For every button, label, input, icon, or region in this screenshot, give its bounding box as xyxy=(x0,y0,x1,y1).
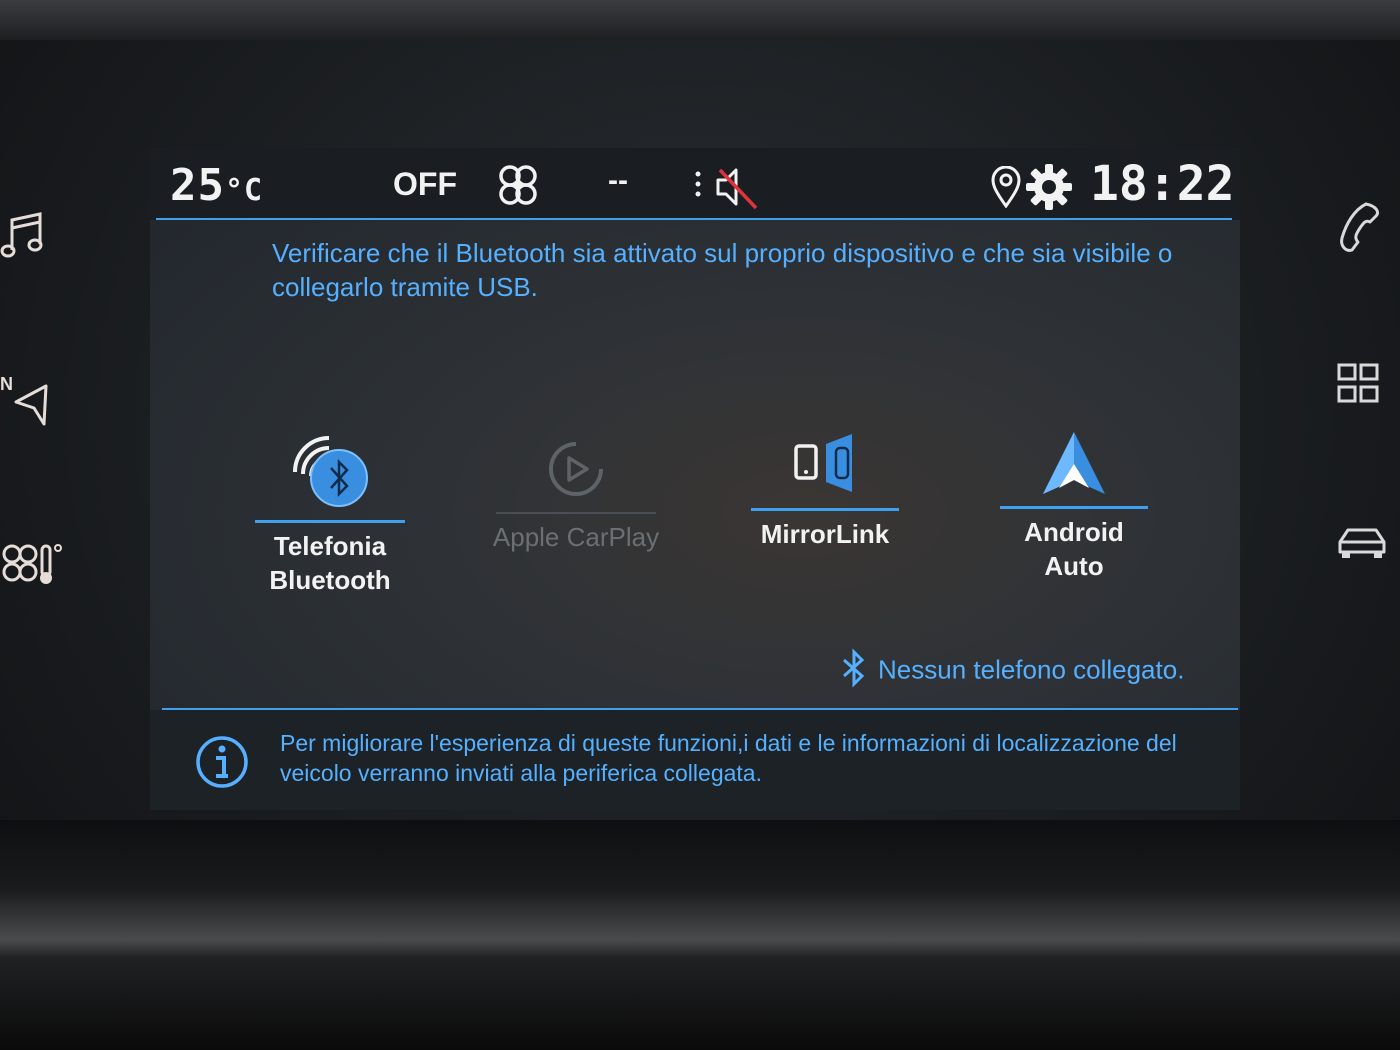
clock: 18:22 xyxy=(1090,156,1235,212)
tile-divider xyxy=(751,508,899,511)
info-bar: Per migliorare l'esperienza di queste fu… xyxy=(150,710,1240,810)
location-pin-icon xyxy=(991,165,1021,209)
music-button[interactable] xyxy=(0,210,46,264)
tile-label-line1: Telefonia xyxy=(273,531,387,561)
phone-button[interactable] xyxy=(1336,200,1382,260)
car-button[interactable] xyxy=(1336,522,1388,566)
fan-icon xyxy=(499,165,537,205)
tile-telefonia-bluetooth[interactable]: Telefonia Bluetooth xyxy=(250,428,410,597)
temperature-readout[interactable]: 25°C xyxy=(170,160,263,211)
tile-label: Android Auto xyxy=(1024,517,1124,581)
info-message: Per migliorare l'esperienza di queste fu… xyxy=(280,730,1177,786)
tile-divider xyxy=(1000,506,1148,509)
connection-status: Nessun telefono collegato. xyxy=(840,648,1184,695)
car-icon xyxy=(1338,528,1386,558)
music-icon xyxy=(0,212,43,258)
fan-control[interactable] xyxy=(496,164,540,212)
bluetooth-icon xyxy=(840,648,868,695)
mirrorlink-icon xyxy=(794,434,852,492)
status-bar-divider xyxy=(156,218,1232,220)
infotainment-screen: 25°C OFF -- 18:22 Verificare che il Blue… xyxy=(150,148,1240,810)
mute-icon xyxy=(695,168,758,210)
gear-icon xyxy=(1026,164,1072,210)
status-bar: 25°C OFF -- 18:22 xyxy=(150,148,1240,220)
tile-divider xyxy=(496,512,656,514)
volume-control[interactable] xyxy=(690,166,762,214)
location-button[interactable] xyxy=(990,165,1022,212)
settings-button[interactable] xyxy=(1024,162,1074,216)
apps-grid-icon xyxy=(1337,363,1379,403)
info-button[interactable] xyxy=(194,734,250,794)
fan-level: -- xyxy=(608,164,628,197)
connection-status-text: Nessun telefono collegato. xyxy=(878,654,1185,685)
tile-label-line2: Bluetooth xyxy=(269,565,391,595)
carplay-icon xyxy=(549,442,603,496)
bluetooth-phone-icon xyxy=(293,436,368,507)
info-icon xyxy=(196,736,248,788)
temperature-unit: °C xyxy=(224,173,264,208)
tile-android-auto[interactable]: Android Auto xyxy=(994,428,1154,583)
navigation-icon: N xyxy=(0,374,48,426)
instructions-text: Verificare che il Bluetooth sia attivato… xyxy=(272,238,1173,302)
bezel-top-edge xyxy=(0,0,1400,40)
climate-button[interactable] xyxy=(0,540,66,592)
tile-label: Apple CarPlay xyxy=(492,522,660,552)
tile-divider xyxy=(255,520,405,523)
dashboard-trim xyxy=(0,820,1400,1050)
tile-label: MirrorLink xyxy=(760,519,890,549)
navigation-button[interactable]: N xyxy=(0,372,52,436)
tile-mirrorlink[interactable]: MirrorLink xyxy=(750,430,900,551)
climate-icon xyxy=(2,544,62,584)
ac-status[interactable]: OFF xyxy=(393,166,457,203)
phone-icon xyxy=(1340,202,1380,252)
svg-text:N: N xyxy=(0,374,13,394)
temperature-value: 25 xyxy=(170,160,225,211)
tile-apple-carplay[interactable]: Apple CarPlay xyxy=(486,434,666,554)
android-auto-icon xyxy=(1043,432,1105,494)
apps-button[interactable] xyxy=(1336,362,1382,412)
